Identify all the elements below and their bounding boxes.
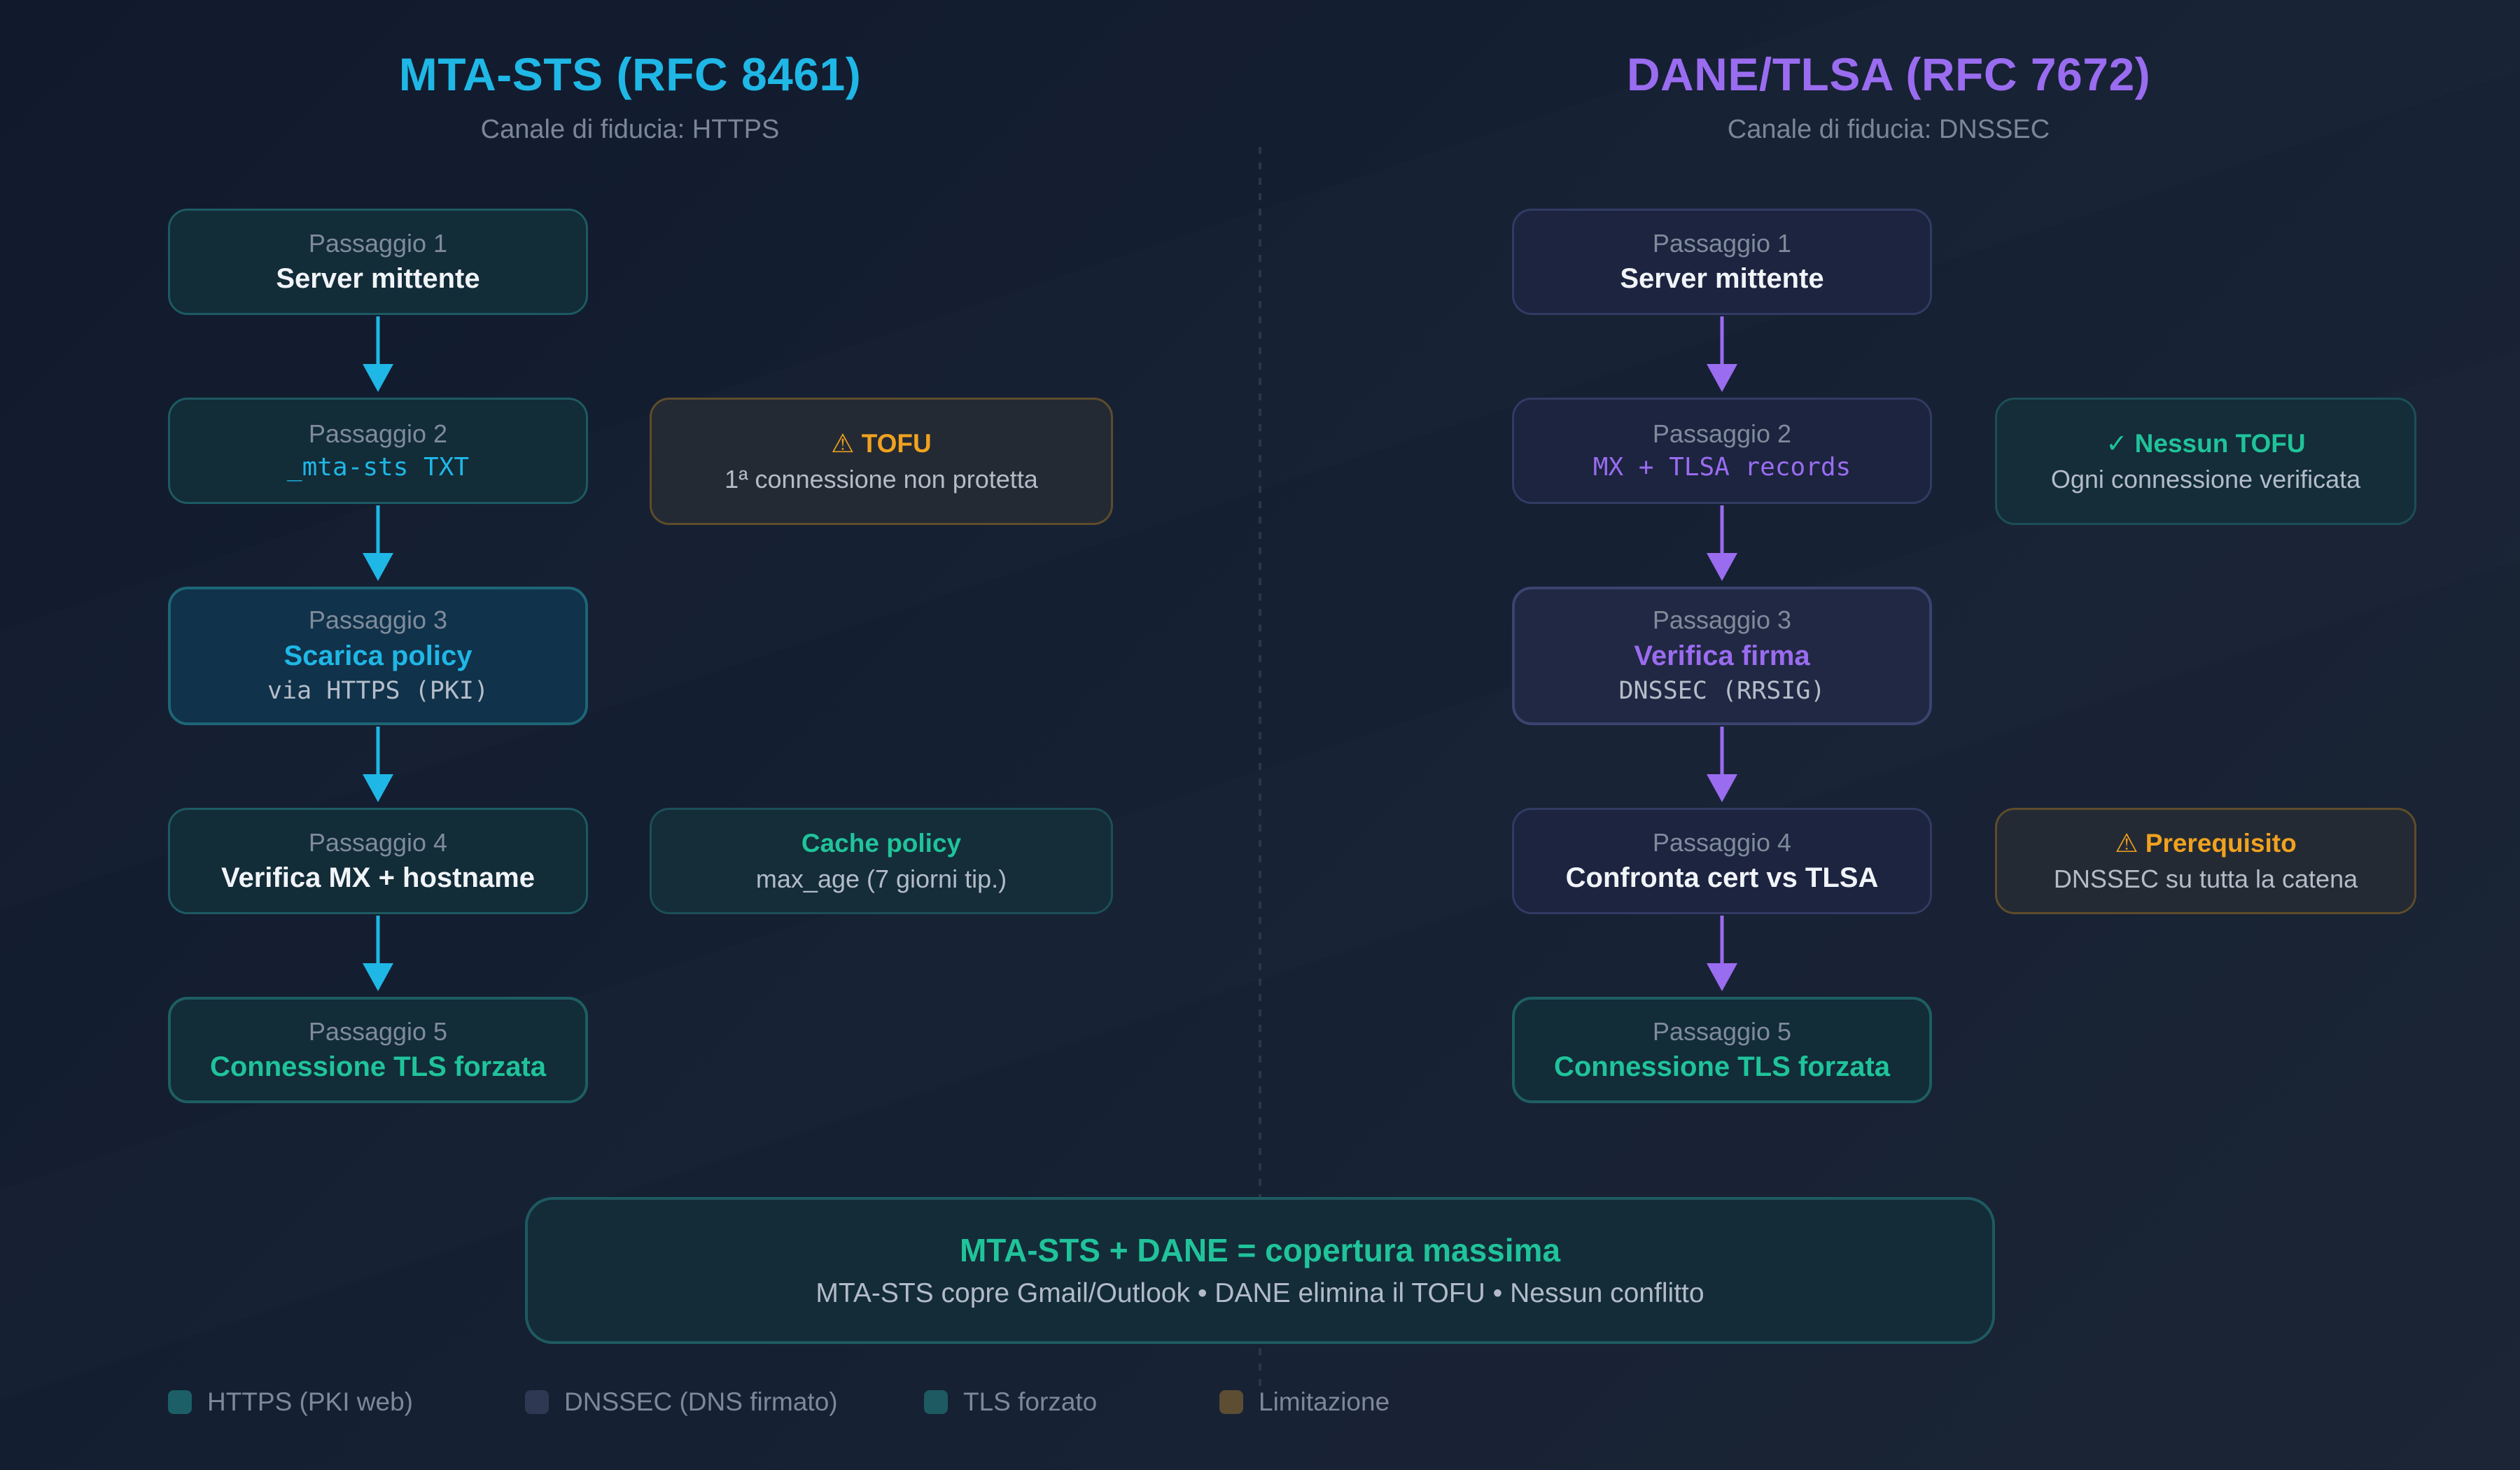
legend-item-limitation: Limitazione: [1219, 1387, 1390, 1417]
step-title: _mta-sts TXT: [286, 452, 470, 482]
note-text: DNSSEC su tutta la catena: [2053, 864, 2358, 893]
step-subtitle: DNSSEC (RRSIG): [1618, 676, 1826, 705]
check-icon: ✓ Nessun TOFU: [2106, 428, 2306, 458]
dane-step-3: Passaggio 3 Verifica firma DNSSEC (RRSIG…: [1512, 587, 1932, 725]
mta-step-4: Passaggio 4 Verifica MX + hostname: [168, 808, 588, 914]
mta-step-2: Passaggio 2 _mta-sts TXT: [168, 398, 588, 504]
mta-arrowhead-4-5: [363, 963, 393, 991]
summary-box: MTA-STS + DANE = copertura massima MTA-S…: [525, 1197, 1995, 1344]
summary-text: MTA-STS copre Gmail/Outlook • DANE elimi…: [816, 1278, 1704, 1309]
legend-label: Limitazione: [1259, 1387, 1390, 1416]
step-label: Passaggio 1: [308, 228, 448, 258]
legend-item-tls: TLS forzato: [924, 1387, 1097, 1417]
dane-column-title: DANE/TLSA (RFC 7672): [1626, 48, 2151, 100]
dane-step-1: Passaggio 1 Server mittente: [1512, 209, 1932, 315]
step-title: Confronta cert vs TLSA: [1565, 862, 1879, 894]
dane-step-2: Passaggio 2 MX + TLSA records: [1512, 398, 1932, 504]
dane-note-no-tofu: ✓ Nessun TOFU Ogni connessione verificat…: [1995, 398, 2416, 525]
legend-label: DNSSEC (DNS firmato): [564, 1387, 838, 1416]
step-title: MX + TLSA records: [1592, 452, 1851, 482]
step-title: Server mittente: [1620, 263, 1824, 295]
step-label: Passaggio 2: [308, 419, 448, 449]
step-label: Passaggio 1: [1652, 228, 1792, 258]
dane-step-4: Passaggio 4 Confronta cert vs TLSA: [1512, 808, 1932, 914]
step-title: Server mittente: [276, 263, 480, 295]
legend-item-https: HTTPS (PKI web): [168, 1387, 413, 1417]
step-label: Passaggio 3: [308, 606, 448, 635]
mta-note-cache: Cache policy max_age (7 giorni tip.): [650, 808, 1113, 914]
note-text: 1ª connessione non protetta: [724, 464, 1038, 493]
dane-column-subtitle: Canale di fiducia: DNSSEC: [1727, 115, 2050, 144]
step-label: Passaggio 4: [308, 827, 448, 857]
step-title: Connessione TLS forzata: [209, 1051, 547, 1083]
mta-column-subtitle: Canale di fiducia: HTTPS: [480, 115, 780, 144]
warning-icon: ⚠ TOFU: [831, 428, 932, 458]
step-label: Passaggio 2: [1652, 419, 1792, 449]
mta-column-title: MTA-STS (RFC 8461): [398, 48, 862, 100]
step-label: Passaggio 4: [1652, 827, 1792, 857]
diagram-canvas: MTA-STS (RFC 8461) Canale di fiducia: HT…: [0, 0, 2520, 1470]
note-text: max_age (7 giorni tip.): [755, 864, 1007, 893]
note-text: Ogni connessione verificata: [2050, 464, 2361, 493]
step-subtitle: via HTTPS (PKI): [267, 676, 489, 705]
step-title: Connessione TLS forzata: [1553, 1051, 1891, 1083]
step-label: Passaggio 5: [308, 1016, 448, 1046]
dane-arrowhead-1-2: [1707, 364, 1737, 392]
legend-swatch: [168, 1390, 192, 1414]
step-label: Passaggio 5: [1652, 1016, 1792, 1046]
mta-note-tofu: ⚠ TOFU 1ª connessione non protetta: [650, 398, 1113, 525]
legend-swatch: [924, 1390, 948, 1414]
legend-label: TLS forzato: [963, 1387, 1098, 1416]
warning-icon: ⚠ Prerequisito: [2115, 828, 2297, 858]
dane-step-5: Passaggio 5 Connessione TLS forzata: [1512, 997, 1932, 1103]
mta-arrowhead-3-4: [363, 774, 393, 802]
dane-note-prerequisite: ⚠ Prerequisito DNSSEC su tutta la catena: [1995, 808, 2416, 914]
step-title: Verifica MX + hostname: [221, 862, 535, 894]
legend-item-dnssec: DNSSEC (DNS firmato): [525, 1387, 838, 1417]
mta-step-1: Passaggio 1 Server mittente: [168, 209, 588, 315]
mta-step-3: Passaggio 3 Scarica policy via HTTPS (PK…: [168, 587, 588, 725]
note-title: Cache policy: [801, 828, 962, 858]
step-label: Passaggio 3: [1652, 606, 1792, 635]
dane-arrowhead-4-5: [1707, 963, 1737, 991]
step-title: Verifica firma: [1634, 640, 1810, 671]
dane-arrowhead-2-3: [1707, 553, 1737, 581]
legend-swatch: [1219, 1390, 1243, 1414]
summary-title: MTA-STS + DANE = copertura massima: [959, 1232, 1561, 1269]
mta-step-5: Passaggio 5 Connessione TLS forzata: [168, 997, 588, 1103]
mta-arrowhead-1-2: [363, 364, 393, 392]
legend-label: HTTPS (PKI web): [207, 1387, 413, 1416]
legend-swatch: [525, 1390, 549, 1414]
step-title: Scarica policy: [284, 640, 472, 671]
